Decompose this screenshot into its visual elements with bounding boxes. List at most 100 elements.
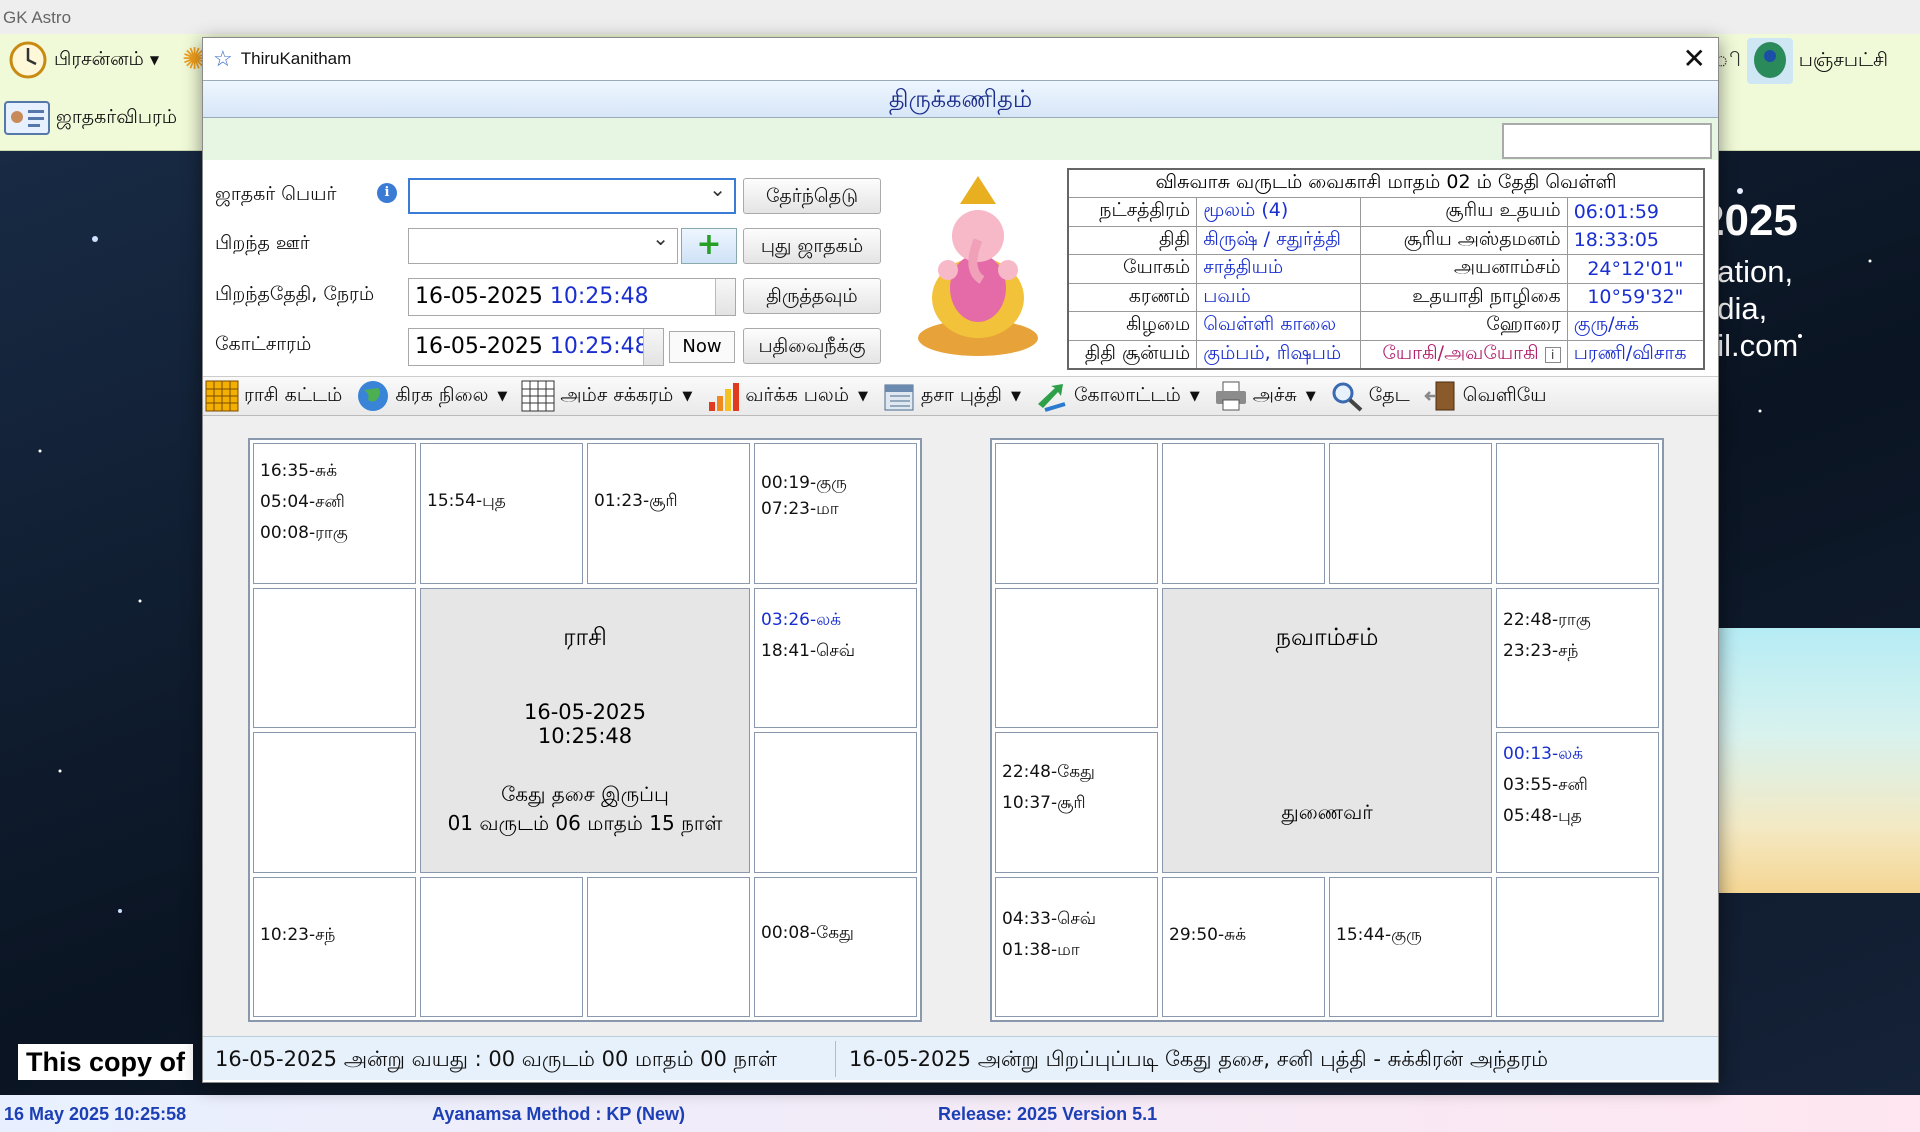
tithi-soonyam-label: திதி சூன்யம்	[1067, 339, 1198, 369]
lagna-entry: 00:13-லக்	[1503, 744, 1584, 764]
planet-entry: 00:08-கேது	[761, 922, 854, 943]
transit-date: 16-05-2025	[415, 334, 543, 359]
chevron-down-icon: ▼	[1189, 388, 1200, 404]
karanam-value[interactable]: பவம்	[1196, 282, 1361, 312]
dasa-balance-title: கேது தசை இருப்பு	[501, 781, 669, 806]
footer-divider	[835, 1041, 836, 1077]
rasi-house-5[interactable]: 03:26-லக் 18:41-செவ்	[754, 587, 917, 728]
print-menu[interactable]: அச்சு ▼	[1214, 380, 1316, 412]
karanam-label: கரணம்	[1067, 282, 1198, 312]
prasannam-label: பிரசன்னம்	[54, 47, 144, 70]
peacock-icon	[1746, 38, 1793, 84]
navamsa-house-11[interactable]: 22:48-கேது 10:37-சூரி	[995, 732, 1158, 873]
transit-time: 10:25:48	[549, 334, 649, 359]
rasi-house-1[interactable]: 16:35-சுக் 05:04-சனி 00:08-ராகு	[253, 443, 416, 584]
search-label: தேட	[1368, 383, 1410, 406]
weekday-value[interactable]: வெள்ளி காலை	[1196, 311, 1361, 341]
navamsa-house-5[interactable]: 22:48-ராகு 23:23-சந்	[1496, 587, 1659, 728]
search-menu[interactable]: தேட	[1330, 380, 1410, 412]
udayadi-nazhigai-value: 10°59'32"	[1566, 282, 1705, 312]
panchapakshi-button[interactable]: ி பஞ்சபட்சி	[1714, 38, 1888, 84]
window-title: ThiruKanitham	[240, 49, 352, 68]
exit-label: வெளியே	[1462, 383, 1547, 406]
app-title: GK Astro	[3, 8, 72, 27]
info-band-box	[1502, 123, 1712, 159]
rasi-house-7[interactable]: 00:08-கேது	[754, 876, 917, 1017]
navamsa-house-7[interactable]	[1496, 876, 1659, 1017]
magnifier-icon	[1332, 382, 1363, 412]
rasi-house-3[interactable]: 01:23-சூரி	[587, 443, 750, 584]
tithi-value[interactable]: கிருஷ் / சதுர்த்தி	[1196, 225, 1361, 255]
navamsa-house-3[interactable]	[1329, 443, 1492, 584]
delete-record-button[interactable]: பதிவைநீக்கு	[743, 328, 881, 364]
edit-button[interactable]: திருத்தவும்	[743, 278, 881, 314]
add-place-button[interactable]: +	[681, 228, 737, 264]
globe-icon	[358, 381, 389, 411]
navamsa-house-6[interactable]: 00:13-லக் 03:55-சனி 05:48-புத	[1496, 732, 1659, 873]
info-icon[interactable]: i	[377, 183, 397, 203]
window-titlebar[interactable]: ☆ ThiruKanitham ✕	[203, 38, 1718, 80]
now-button[interactable]: Now	[669, 331, 735, 363]
yogam-label: யோகம்	[1067, 254, 1198, 284]
navamsa-house-1[interactable]	[995, 443, 1158, 584]
search-button[interactable]: தேர்ந்தெடு	[743, 178, 881, 214]
prasannam-menu[interactable]: பிரசன்னம் ▼	[8, 40, 159, 80]
transit-label: கோட்சாரம்	[215, 333, 312, 355]
dob-input[interactable]: 16-05-2025 10:25:48	[408, 278, 736, 316]
rasi-house-11[interactable]	[253, 732, 416, 873]
dob-date: 16-05-2025	[415, 284, 543, 309]
jathakar-vibaram-button[interactable]: ஜாதகர்விபரம்	[4, 98, 177, 138]
navamsa-house-2[interactable]	[1162, 443, 1325, 584]
jathakar-vibaram-label: ஜாதகர்விபரம்	[56, 105, 178, 128]
navamsa-house-10[interactable]: 04:33-செவ் 01:38-மா	[995, 876, 1158, 1017]
new-horoscope-button[interactable]: புது ஜாதகம்	[743, 228, 881, 264]
tithi-soonyam-value[interactable]: கும்பம், ரிஷபம்	[1196, 339, 1361, 369]
rasi-house-10[interactable]: 10:23-சந்	[253, 876, 416, 1017]
navamsa-center-panel: நவாம்சம் துணைவர்	[1162, 587, 1492, 873]
graha-nilai-menu[interactable]: கிரக நிலை ▼	[356, 380, 507, 412]
door-exit-icon	[1424, 381, 1455, 411]
planet-entry: 10:23-சந்	[260, 924, 336, 945]
close-icon[interactable]: ✕	[1683, 42, 1706, 75]
rasi-house-9[interactable]	[420, 876, 583, 1017]
rasi-house-8[interactable]	[587, 876, 750, 1017]
printer-icon	[1215, 381, 1246, 411]
dasa-balance-value: 01 வருடம் 06 மாதம் 15 நாள்	[447, 810, 723, 835]
rasi-house-12[interactable]	[253, 587, 416, 728]
name-label: ஜாதகர் பெயர்	[215, 183, 337, 205]
varga-balam-menu[interactable]: வர்க்க பலம் ▼	[706, 380, 868, 412]
chart-menubar: ராசி கட்டம் கிரக நிலை ▼ அம்ச சக்கரம் ▼ வர்…	[203, 376, 1718, 416]
rasi-house-2[interactable]: 15:54-புத	[420, 443, 583, 584]
horai-value[interactable]: குரு/சுக்	[1566, 311, 1705, 341]
yogam-value[interactable]: சாத்தியம்	[1196, 254, 1361, 284]
transit-spinner[interactable]	[643, 329, 663, 365]
place-input[interactable]	[408, 226, 678, 264]
dasa-bhukti-menu[interactable]: தசா புத்தி ▼	[882, 380, 1021, 412]
rasi-house-6[interactable]	[754, 732, 917, 873]
amsa-chakram-menu[interactable]: அம்ச சக்கரம் ▼	[521, 380, 692, 412]
star-icon: ☆	[213, 46, 233, 71]
dob-spinner[interactable]	[715, 279, 735, 315]
navamsa-house-9[interactable]: 29:50-சுக்	[1162, 876, 1325, 1017]
navamsa-house-8[interactable]: 15:44-குரு	[1329, 876, 1492, 1017]
id-card-icon	[4, 101, 50, 135]
udayadi-nazhigai-label: உதயாதி நாழிகை	[1359, 282, 1568, 312]
panchang-header: விசுவாசு வருடம் வைகாசி மாதம் 02 ம் தேதி …	[1067, 168, 1705, 198]
rasi-time: 10:25:48	[537, 723, 633, 748]
exit-menu[interactable]: வெளியே	[1424, 380, 1547, 412]
transit-menu[interactable]: கோலாட்டம் ▼	[1035, 380, 1200, 412]
nakshatra-value[interactable]: மூலம் (4)	[1196, 197, 1361, 227]
lagna-entry: 03:26-லக்	[761, 609, 842, 630]
transit-input[interactable]: 16-05-2025 10:25:48	[408, 328, 664, 366]
planet-entry: 22:48-ராகு	[1503, 609, 1591, 630]
rasi-chart-menu[interactable]: ராசி கட்டம்	[205, 380, 342, 412]
name-input[interactable]	[408, 177, 736, 214]
rasi-house-4[interactable]: 00:19-குரு 07:23-மா	[754, 443, 917, 584]
navamsa-house-12[interactable]	[995, 587, 1158, 728]
planet-entry: 01:23-சூரி	[594, 491, 678, 511]
navamsa-house-4[interactable]	[1496, 443, 1659, 584]
sunrise-label: சூரிய உதயம்	[1359, 197, 1568, 227]
navamsa-subtitle: துணைவர்	[1281, 799, 1373, 824]
navamsa-chart: நவாம்சம் துணைவர் 22:48-ராகு 23:23-சந் 22:…	[990, 438, 1664, 1022]
info-icon[interactable]: i	[1544, 346, 1561, 363]
